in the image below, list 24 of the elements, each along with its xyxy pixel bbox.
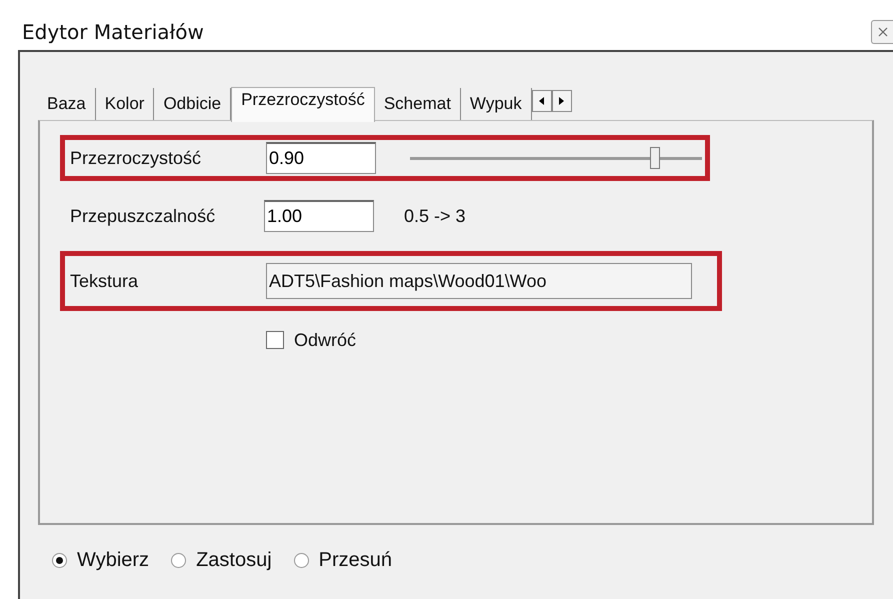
left-arrow-icon (539, 97, 544, 105)
radio-button[interactable] (294, 553, 309, 568)
window-title: Edytor Materiałów (22, 20, 204, 44)
field-label: Przepuszczalność (70, 206, 216, 226)
right-arrow-icon (559, 97, 564, 105)
checkbox[interactable] (266, 331, 284, 349)
close-icon (878, 27, 888, 37)
scroll-left-button[interactable] (532, 90, 552, 112)
radio-label: Przesuń (318, 549, 392, 572)
close-button[interactable] (871, 20, 893, 44)
slider-thumb[interactable] (650, 146, 660, 168)
checkbox-label: Odwróć (294, 330, 356, 350)
field-label: Tekstura (70, 270, 140, 292)
field-label: Przezroczystość (70, 148, 202, 168)
texture-path-button[interactable]: ADT5\Fashion maps\Wood01\Woo (266, 263, 692, 299)
value-field[interactable]: 1.00 (264, 200, 374, 232)
radio-button[interactable] (52, 553, 67, 568)
radio-label: Zastosuj (196, 549, 272, 572)
tab[interactable]: Przezroczystość (231, 87, 375, 122)
range-hint: 0.5 -> 3 (404, 206, 466, 226)
radio-button[interactable] (171, 553, 186, 568)
scroll-right-button[interactable] (552, 90, 572, 112)
value-field[interactable]: 0.90 (266, 142, 376, 174)
radio-label: Wybierz (77, 549, 150, 572)
